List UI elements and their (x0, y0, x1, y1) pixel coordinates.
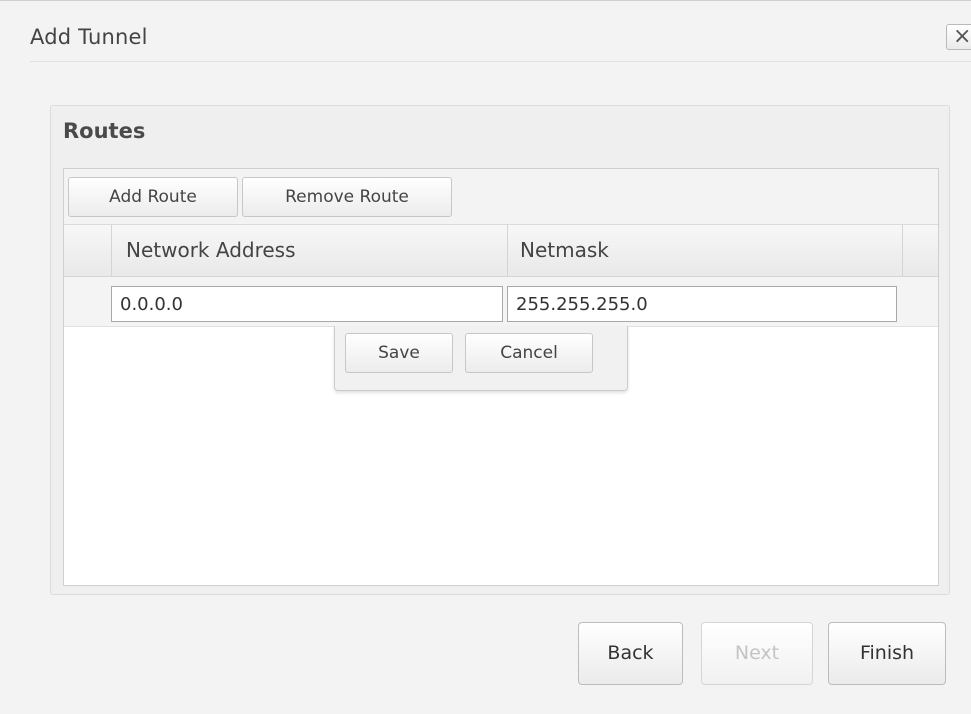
add-route-button[interactable]: Add Route (68, 177, 238, 217)
close-button[interactable]: × (946, 24, 971, 50)
table-row[interactable] (64, 277, 938, 327)
header-divider (902, 225, 903, 276)
back-button[interactable]: Back (578, 622, 683, 685)
routes-toolbar: Add Route Remove Route (64, 169, 938, 225)
grid-header-row: Network Address Netmask (64, 225, 938, 277)
column-header-netmask[interactable]: Netmask (520, 225, 900, 276)
finish-button[interactable]: Finish (828, 622, 946, 685)
header-divider (507, 225, 508, 276)
header-divider (111, 225, 112, 276)
dialog-title: Add Tunnel (30, 25, 148, 49)
row-editor-panel: Save Cancel (334, 326, 628, 391)
add-tunnel-dialog: Add Tunnel × Routes Add Route Remove Rou… (0, 0, 971, 714)
dialog-title-bar: Add Tunnel × (0, 1, 971, 61)
cancel-button[interactable]: Cancel (465, 333, 593, 373)
title-divider (30, 61, 971, 62)
save-button[interactable]: Save (345, 333, 453, 373)
netmask-input[interactable] (507, 286, 897, 322)
routes-grid: Add Route Remove Route Network Address N… (63, 168, 939, 586)
remove-route-button[interactable]: Remove Route (242, 177, 452, 217)
routes-section-title: Routes (63, 119, 146, 143)
close-icon: × (953, 24, 971, 49)
next-button[interactable]: Next (701, 622, 813, 685)
column-header-network-address[interactable]: Network Address (126, 225, 506, 276)
network-address-input[interactable] (111, 286, 503, 322)
